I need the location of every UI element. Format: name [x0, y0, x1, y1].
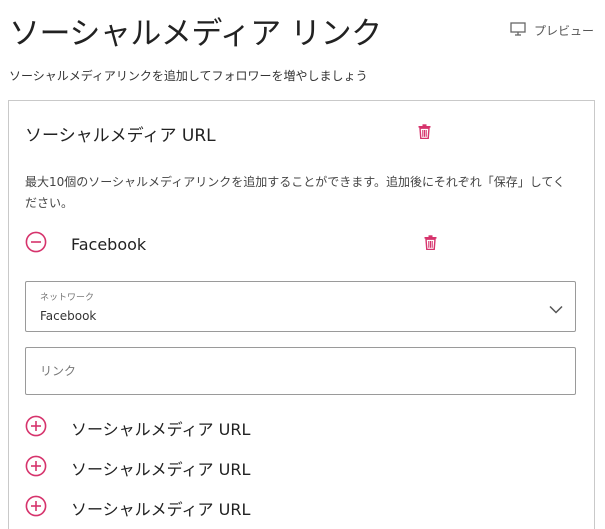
trash-icon: [418, 123, 431, 143]
plus-circle-icon: [25, 415, 47, 441]
plus-circle-icon: [25, 455, 47, 481]
expand-button[interactable]: [25, 415, 47, 441]
chevron-down-icon: [549, 299, 563, 318]
expand-button[interactable]: [25, 455, 47, 481]
network-field-value: Facebook: [40, 309, 97, 323]
minus-circle-icon: [25, 231, 47, 257]
plus-circle-icon: [25, 495, 47, 521]
preview-label: プレビュー: [534, 24, 595, 38]
social-item-label: ソーシャルメディア URL: [71, 420, 251, 439]
social-media-panel: ソーシャルメディア URL 最大10個のソーシャルメディアリンクを追加することが…: [8, 100, 595, 529]
social-item: ソーシャルメディア URL: [25, 495, 251, 521]
social-item-facebook: Facebook: [25, 231, 147, 257]
social-item-label: ソーシャルメディア URL: [71, 460, 251, 479]
section-title: ソーシャルメディア URL: [25, 126, 216, 146]
social-item: ソーシャルメディア URL: [25, 415, 251, 441]
network-field-label: ネットワーク: [40, 293, 95, 303]
facebook-delete-button[interactable]: [422, 234, 438, 254]
preview-button[interactable]: プレビュー: [510, 22, 594, 39]
link-input[interactable]: [25, 347, 576, 395]
network-select[interactable]: ネットワーク Facebook: [25, 281, 576, 332]
section-delete-button[interactable]: [416, 123, 432, 143]
social-item-label: Facebook: [71, 234, 147, 254]
page-title: ソーシャルメディア リンク: [9, 16, 382, 52]
monitor-icon: [510, 22, 526, 39]
section-description: 最大10個のソーシャルメディアリンクを追加することができます。追加後にそれぞれ「…: [25, 175, 566, 210]
expand-button[interactable]: [25, 495, 47, 521]
social-media-links-page: ソーシャルメディア リンク プレビュー ソーシャルメディアリンクを追加してフォロ…: [0, 0, 605, 529]
social-item-label: ソーシャルメディア URL: [71, 500, 251, 519]
social-item: ソーシャルメディア URL: [25, 455, 251, 481]
trash-icon: [424, 234, 437, 254]
collapse-button[interactable]: [25, 231, 47, 257]
page-subtitle: ソーシャルメディアリンクを追加してフォロワーを増やしましょう: [9, 69, 368, 83]
